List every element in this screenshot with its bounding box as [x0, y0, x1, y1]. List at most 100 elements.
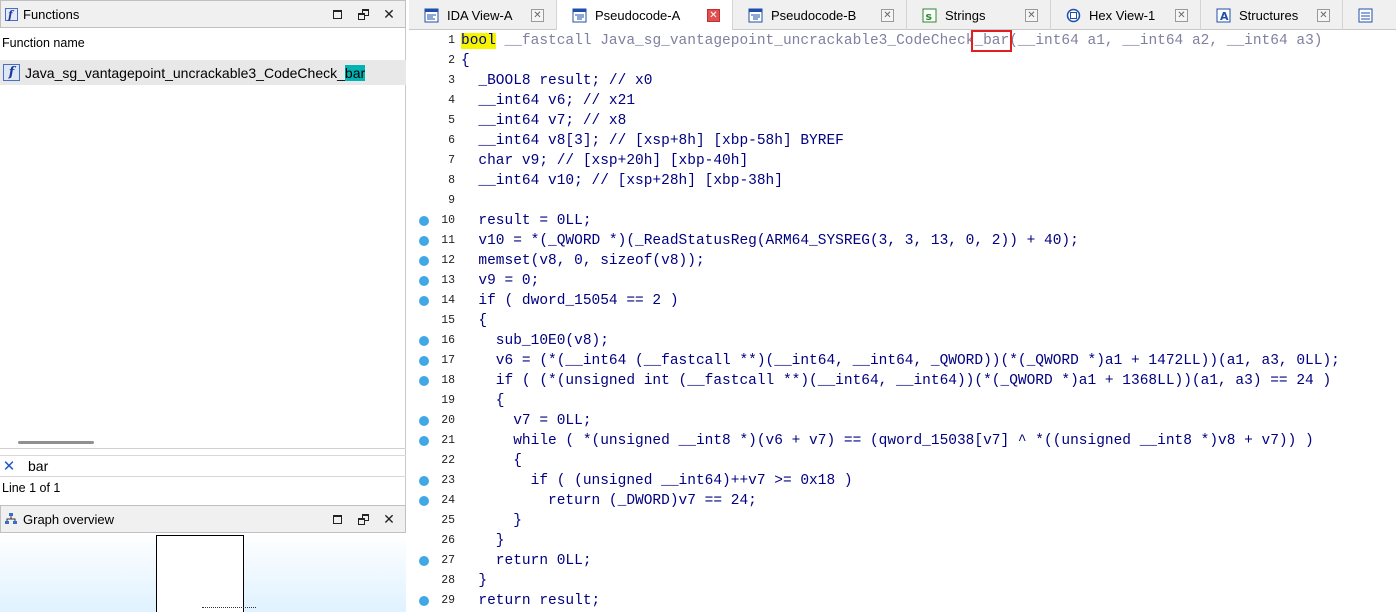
close-tab-icon[interactable]: ✕: [531, 8, 544, 22]
close-tab-icon[interactable]: ✕: [1317, 8, 1330, 22]
code-line[interactable]: 29 return result;: [409, 591, 1396, 611]
code-line[interactable]: 9: [409, 191, 1396, 211]
code-line[interactable]: 17 v6 = (*(__int64 (__fastcall **)(__int…: [409, 351, 1396, 371]
code-text[interactable]: char v9; // [xsp+20h] [xbp-40h]: [461, 151, 748, 171]
code-line[interactable]: 19 {: [409, 391, 1396, 411]
minimize-icon[interactable]: [327, 509, 347, 529]
close-tab-icon[interactable]: ✕: [707, 8, 720, 22]
code-text[interactable]: {: [461, 311, 487, 331]
breakpoint-marker-icon[interactable]: [419, 216, 429, 226]
code-line[interactable]: 12 memset(v8, 0, sizeof(v8));: [409, 251, 1396, 271]
close-tab-icon[interactable]: ✕: [1175, 8, 1188, 22]
code-line[interactable]: 25 }: [409, 511, 1396, 531]
function-list-item[interactable]: f Java_sg_vantagepoint_uncrackable3_Code…: [0, 60, 406, 85]
code-line[interactable]: 23 if ( (unsigned __int64)++v7 >= 0x18 ): [409, 471, 1396, 491]
close-icon[interactable]: ✕: [379, 509, 399, 529]
code-text[interactable]: }: [461, 571, 487, 591]
close-tab-icon[interactable]: ✕: [881, 8, 894, 22]
code-line[interactable]: 14 if ( dword_15054 == 2 ): [409, 291, 1396, 311]
code-text[interactable]: _BOOL8 result; // x0: [461, 71, 652, 91]
breakpoint-marker-icon[interactable]: [419, 296, 429, 306]
tab-strings[interactable]: s Strings ✕: [907, 0, 1051, 30]
code-text[interactable]: __int64 v8[3]; // [xsp+8h] [xbp-58h] BYR…: [461, 131, 843, 151]
code-text[interactable]: v7 = 0LL;: [461, 411, 591, 431]
tab-ida-view-a[interactable]: IDA View-A ✕: [409, 0, 557, 30]
restore-icon[interactable]: [353, 509, 373, 529]
code-text[interactable]: }: [461, 531, 505, 551]
code-text[interactable]: {: [461, 51, 470, 71]
tab-label: Strings: [945, 7, 986, 23]
code-text[interactable]: if ( (unsigned __int64)++v7 >= 0x18 ): [461, 471, 853, 491]
breakpoint-marker-icon[interactable]: [419, 236, 429, 246]
code-text[interactable]: bool __fastcall Java_sg_vantagepoint_unc…: [461, 30, 1322, 52]
tab-hex-view-1[interactable]: Hex View-1 ✕: [1051, 0, 1201, 30]
code-text[interactable]: __int64 v6; // x21: [461, 91, 635, 111]
code-line[interactable]: 15 {: [409, 311, 1396, 331]
close-icon[interactable]: ✕: [379, 4, 399, 24]
close-tab-icon[interactable]: ✕: [1025, 8, 1038, 22]
code-line[interactable]: 21 while ( *(unsigned __int8 *)(v6 + v7)…: [409, 431, 1396, 451]
clear-filter-icon[interactable]: ✕: [0, 457, 18, 475]
code-line[interactable]: 27 return 0LL;: [409, 551, 1396, 571]
code-line[interactable]: 22 {: [409, 451, 1396, 471]
breakpoint-marker-icon[interactable]: [419, 496, 429, 506]
code-text[interactable]: {: [461, 451, 522, 471]
code-text[interactable]: v9 = 0;: [461, 271, 539, 291]
code-line[interactable]: 8 __int64 v10; // [xsp+28h] [xbp-38h]: [409, 171, 1396, 191]
code-line[interactable]: 18 if ( (*(unsigned int (__fastcall **)(…: [409, 371, 1396, 391]
breakpoint-marker-icon[interactable]: [419, 416, 429, 426]
function-name-column-header[interactable]: Function name: [0, 30, 406, 56]
code-text[interactable]: return result;: [461, 591, 600, 611]
minimize-icon[interactable]: [327, 4, 347, 24]
code-text[interactable]: while ( *(unsigned __int8 *)(v6 + v7) ==…: [461, 431, 1314, 451]
code-line[interactable]: 2{: [409, 51, 1396, 71]
code-text[interactable]: return 0LL;: [461, 551, 592, 571]
filter-input[interactable]: bar: [28, 458, 48, 474]
line-number: 8: [448, 174, 455, 187]
return-type-keyword: bool: [461, 33, 496, 49]
code-text[interactable]: return (_DWORD)v7 == 24;: [461, 491, 757, 511]
code-line[interactable]: 24 return (_DWORD)v7 == 24;: [409, 491, 1396, 511]
breakpoint-marker-icon[interactable]: [419, 256, 429, 266]
code-text[interactable]: {: [461, 391, 505, 411]
code-line[interactable]: 5 __int64 v7; // x8: [409, 111, 1396, 131]
code-text[interactable]: if ( (*(unsigned int (__fastcall **)(__i…: [461, 371, 1331, 391]
code-line[interactable]: 6 __int64 v8[3]; // [xsp+8h] [xbp-58h] B…: [409, 131, 1396, 151]
code-text[interactable]: __int64 v10; // [xsp+28h] [xbp-38h]: [461, 171, 783, 191]
code-line[interactable]: 1 bool __fastcall Java_sg_vantagepoint_un…: [409, 30, 1396, 52]
code-line[interactable]: 4 __int64 v6; // x21: [409, 91, 1396, 111]
code-text[interactable]: result = 0LL;: [461, 211, 591, 231]
pseudocode-view[interactable]: 1 bool __fastcall Java_sg_vantagepoint_un…: [409, 30, 1396, 612]
code-text[interactable]: if ( dword_15054 == 2 ): [461, 291, 678, 311]
code-line[interactable]: 7 char v9; // [xsp+20h] [xbp-40h]: [409, 151, 1396, 171]
code-text[interactable]: sub_10E0(v8);: [461, 331, 609, 351]
code-text[interactable]: v10 = *(_QWORD *)(_ReadStatusReg(ARM64_S…: [461, 231, 1078, 251]
tab-overflow[interactable]: [1343, 0, 1396, 30]
code-line[interactable]: 10 result = 0LL;: [409, 211, 1396, 231]
graph-viewport-box[interactable]: [156, 535, 244, 612]
code-text[interactable]: v6 = (*(__int64 (__fastcall **)(__int64,…: [461, 351, 1340, 371]
breakpoint-marker-icon[interactable]: [419, 436, 429, 446]
breakpoint-marker-icon[interactable]: [419, 556, 429, 566]
code-line[interactable]: 13 v9 = 0;: [409, 271, 1396, 291]
code-line[interactable]: 28 }: [409, 571, 1396, 591]
breakpoint-marker-icon[interactable]: [419, 476, 429, 486]
code-text[interactable]: memset(v8, 0, sizeof(v8));: [461, 251, 704, 271]
tab-pseudocode-a[interactable]: Pseudocode-A ✕: [557, 0, 733, 30]
breakpoint-marker-icon[interactable]: [419, 596, 429, 606]
code-line[interactable]: 20 v7 = 0LL;: [409, 411, 1396, 431]
breakpoint-marker-icon[interactable]: [419, 276, 429, 286]
code-line[interactable]: 11 v10 = *(_QWORD *)(_ReadStatusReg(ARM6…: [409, 231, 1396, 251]
breakpoint-marker-icon[interactable]: [419, 336, 429, 346]
code-text[interactable]: __int64 v7; // x8: [461, 111, 626, 131]
restore-icon[interactable]: [353, 4, 373, 24]
breakpoint-marker-icon[interactable]: [419, 376, 429, 386]
code-line[interactable]: 26 }: [409, 531, 1396, 551]
breakpoint-marker-icon[interactable]: [419, 356, 429, 366]
tab-pseudocode-b[interactable]: Pseudocode-B ✕: [733, 0, 907, 30]
code-text[interactable]: }: [461, 511, 522, 531]
tab-structures[interactable]: A Structures ✕: [1201, 0, 1343, 30]
code-line[interactable]: 16 sub_10E0(v8);: [409, 331, 1396, 351]
code-line[interactable]: 3 _BOOL8 result; // x0: [409, 71, 1396, 91]
horizontal-scrollbar[interactable]: [18, 441, 94, 444]
